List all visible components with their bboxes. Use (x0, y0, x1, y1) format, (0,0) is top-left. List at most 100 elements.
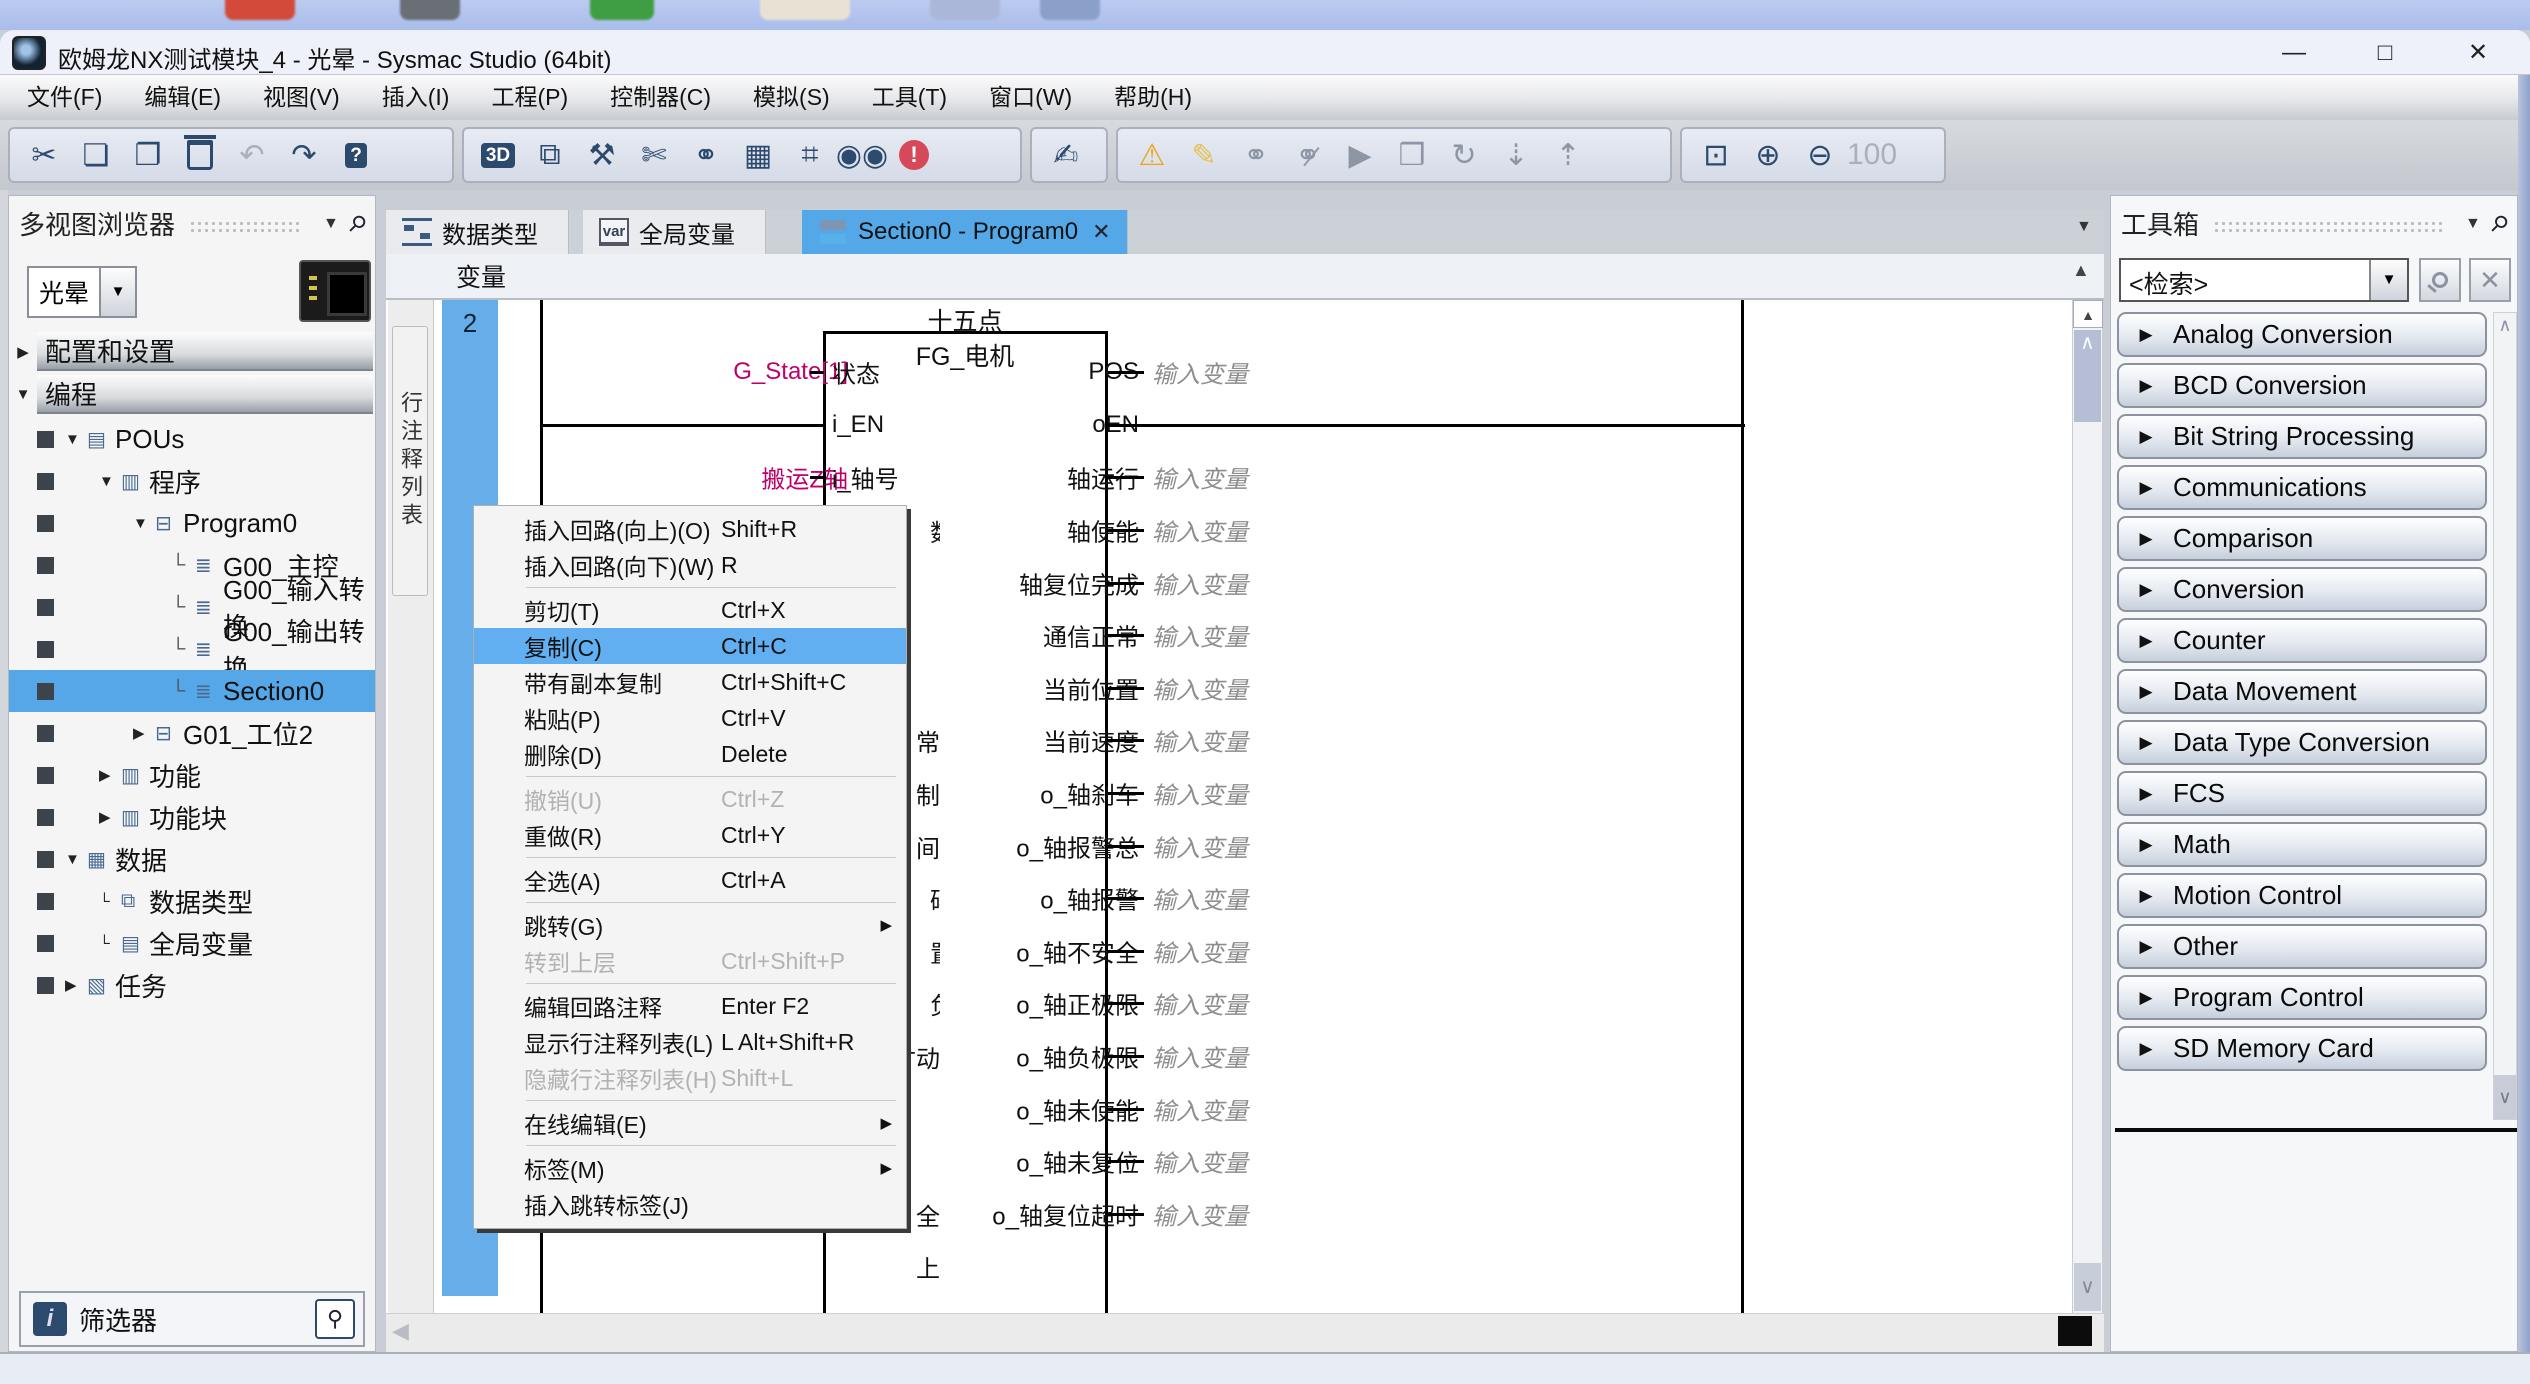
tree-item[interactable]: ▶ ▥ 功能 (9, 754, 375, 796)
toolbox-clear-button[interactable]: ✕ (2469, 258, 2511, 302)
tree-expand-arrow[interactable]: ▶ (99, 808, 111, 826)
category-expand-arrow[interactable]: ▶ (2119, 682, 2173, 702)
output-variable-placeholder[interactable]: 输入变量 (1152, 1091, 1248, 1126)
toolbar-icon[interactable]: ⊡ (1690, 131, 1742, 179)
input-variable-name[interactable]: G_State[1] (733, 358, 848, 386)
tree-item[interactable]: └ ≣ G00_输出转换 (9, 628, 375, 670)
category-expand-arrow[interactable]: ▶ (2119, 1039, 2173, 1059)
row-comment-list-tab[interactable]: 行注释列表 (392, 326, 428, 596)
toolbox-category[interactable]: ▶ Communications (2117, 465, 2487, 510)
context-menu-item[interactable] (474, 979, 906, 988)
toolbox-category[interactable]: ▶ Program Control (2117, 975, 2487, 1020)
tree-expand-arrow[interactable]: ▶ (65, 976, 77, 994)
tree-expand-arrow[interactable]: ▼ (65, 431, 80, 448)
toolbar-icon[interactable]: ▶ (1334, 131, 1386, 179)
tree-item[interactable]: ▼ ▦ 数据 (9, 838, 375, 880)
editor-tab[interactable]: 数据类型 (386, 210, 569, 254)
toolbox-category[interactable]: ▶ Comparison (2117, 516, 2487, 561)
context-menu-item[interactable]: 插入回路(向下)(W) R (474, 547, 906, 583)
scroll-down-icon[interactable]: ∨ (2074, 1263, 2101, 1311)
toolbox-search-button[interactable] (2419, 258, 2461, 302)
toolbar-icon[interactable]: ✎ (1178, 131, 1230, 179)
category-expand-arrow[interactable]: ▶ (2119, 988, 2173, 1008)
toolbox-category[interactable]: ▶ Math (2117, 822, 2487, 867)
output-variable-placeholder[interactable]: 输入变量 (1152, 881, 1248, 916)
context-menu-item[interactable]: 跳转(G) ▶ (474, 907, 906, 943)
category-expand-arrow[interactable]: ▶ (2119, 478, 2173, 498)
toolbar-icon[interactable]: ▦ (732, 131, 784, 179)
category-expand-arrow[interactable]: ▶ (2119, 376, 2173, 396)
output-variable-placeholder[interactable]: 输入变量 (1152, 460, 1248, 495)
context-menu-item[interactable]: 全选(A) Ctrl+A (474, 862, 906, 898)
toolbar-icon[interactable]: ⇣ (1490, 131, 1542, 179)
toolbox-category[interactable]: ▶ Other (2117, 924, 2487, 969)
output-variable-placeholder[interactable]: 输入变量 (1152, 933, 1248, 968)
editor-vertical-scrollbar[interactable]: ▲ ∧ ∨ (2072, 300, 2102, 1313)
category-expand-arrow[interactable]: ▶ (2119, 784, 2173, 804)
toolbar-icon[interactable] (174, 131, 226, 179)
rung-comment[interactable]: 十五点 (823, 302, 1107, 338)
toolbox-category[interactable]: ▶ Data Type Conversion (2117, 720, 2487, 765)
toolbar-icon[interactable]: ❏ (70, 131, 122, 179)
device-selector[interactable]: 光晕 ▼ (27, 266, 137, 318)
fb-pin-row[interactable]: i_EN oEN (490, 399, 1790, 452)
close-button[interactable]: ✕ (2450, 38, 2506, 68)
context-menu-item[interactable] (474, 898, 906, 907)
filter-pin-button[interactable]: ⚲ (315, 1299, 355, 1339)
toolbar-icon[interactable]: ⚭ (1230, 131, 1282, 179)
toolbar-icon[interactable]: ! (888, 131, 940, 179)
editor-horizontal-scrollbar[interactable]: ◀ (386, 1313, 2104, 1352)
context-menu-item[interactable]: 在线编辑(E) ▶ (474, 1105, 906, 1141)
toolbar-icon[interactable]: ❐ (122, 131, 174, 179)
toolbox-category[interactable]: ▶ Bit String Processing (2117, 414, 2487, 459)
toolbox-scrollbar[interactable]: ∧ ∨ (2493, 312, 2517, 1120)
toolbar-icon[interactable]: ⇡ (1542, 131, 1594, 179)
toolbar-icon[interactable]: ? (330, 131, 382, 179)
chevron-down-icon[interactable]: ▼ (99, 268, 135, 316)
tree-item[interactable]: ▼ ▤ POUs (9, 418, 375, 460)
context-menu-item[interactable] (474, 1141, 906, 1150)
category-expand-arrow[interactable]: ▶ (2119, 325, 2173, 345)
context-menu-item[interactable]: 编辑回路注释 Enter F2 (474, 988, 906, 1024)
toolbar-icon[interactable]: 3D (472, 131, 524, 179)
toolbox-category[interactable]: ▶ SD Memory Card (2117, 1026, 2487, 1071)
context-menu-item[interactable]: 显示行注释列表(L) L Alt+Shift+R (474, 1024, 906, 1060)
toolbar-icon[interactable]: ⊕ (1742, 131, 1794, 179)
context-menu-item[interactable] (474, 853, 906, 862)
toolbox-category[interactable]: ▶ Analog Conversion (2117, 312, 2487, 357)
output-variable-placeholder[interactable]: 输入变量 (1152, 670, 1248, 705)
chevron-down-icon[interactable]: ▼ (2369, 260, 2407, 300)
scroll-up-icon[interactable]: ▲ (2073, 300, 2103, 328)
tree-expand-arrow[interactable]: ▼ (65, 851, 80, 868)
context-menu-item[interactable]: 删除(D) Delete (474, 736, 906, 772)
output-variable-placeholder[interactable]: 输入变量 (1152, 618, 1248, 653)
output-variable-placeholder[interactable]: 输入变量 (1152, 355, 1248, 390)
menu-item[interactable]: 文件(F) (6, 75, 123, 120)
context-menu-item[interactable]: 撤销(U) Ctrl+Z (474, 781, 906, 817)
category-expand-arrow[interactable]: ▶ (2119, 427, 2173, 447)
menu-item[interactable]: 控制器(C) (589, 75, 732, 120)
context-menu-item[interactable]: 剪切(T) Ctrl+X (474, 592, 906, 628)
pin-icon[interactable]: ⚲ (2484, 209, 2514, 239)
menu-item[interactable]: 视图(V) (242, 75, 361, 120)
tree-item[interactable]: ▼ ▥ 程序 (9, 460, 375, 502)
output-variable-placeholder[interactable]: 输入变量 (1152, 1144, 1248, 1179)
menu-item[interactable]: 工具(T) (851, 75, 968, 120)
close-icon[interactable]: ✕ (1092, 219, 1110, 245)
output-variable-placeholder[interactable]: 输入变量 (1152, 986, 1248, 1021)
tree-item[interactable]: └ ⧉ 数据类型 (9, 880, 375, 922)
toolbox-category[interactable]: ▶ Data Movement (2117, 669, 2487, 714)
tree-expand-arrow[interactable]: └ (171, 554, 185, 577)
tree-expand-arrow[interactable]: ▶ (99, 766, 111, 784)
tree-expand-arrow[interactable]: └ (99, 893, 110, 910)
category-expand-arrow[interactable]: ▶ (2119, 835, 2173, 855)
toolbar-icon[interactable]: ↻ (1438, 131, 1490, 179)
variable-bar[interactable]: 变量 (386, 254, 2104, 300)
output-variable-placeholder[interactable]: 输入变量 (1152, 723, 1248, 758)
toolbar-icon[interactable]: ↶ (226, 131, 278, 179)
filter-bar[interactable]: i 筛选器 ⚲ (19, 1291, 365, 1347)
toolbar-icon[interactable]: ⚭̷ (1282, 131, 1334, 179)
tree-item[interactable]: ▶ ▧ 任务 (9, 964, 375, 1006)
category-expand-arrow[interactable]: ▶ (2119, 580, 2173, 600)
context-menu-item[interactable]: 插入回路(向上)(O) Shift+R (474, 511, 906, 547)
